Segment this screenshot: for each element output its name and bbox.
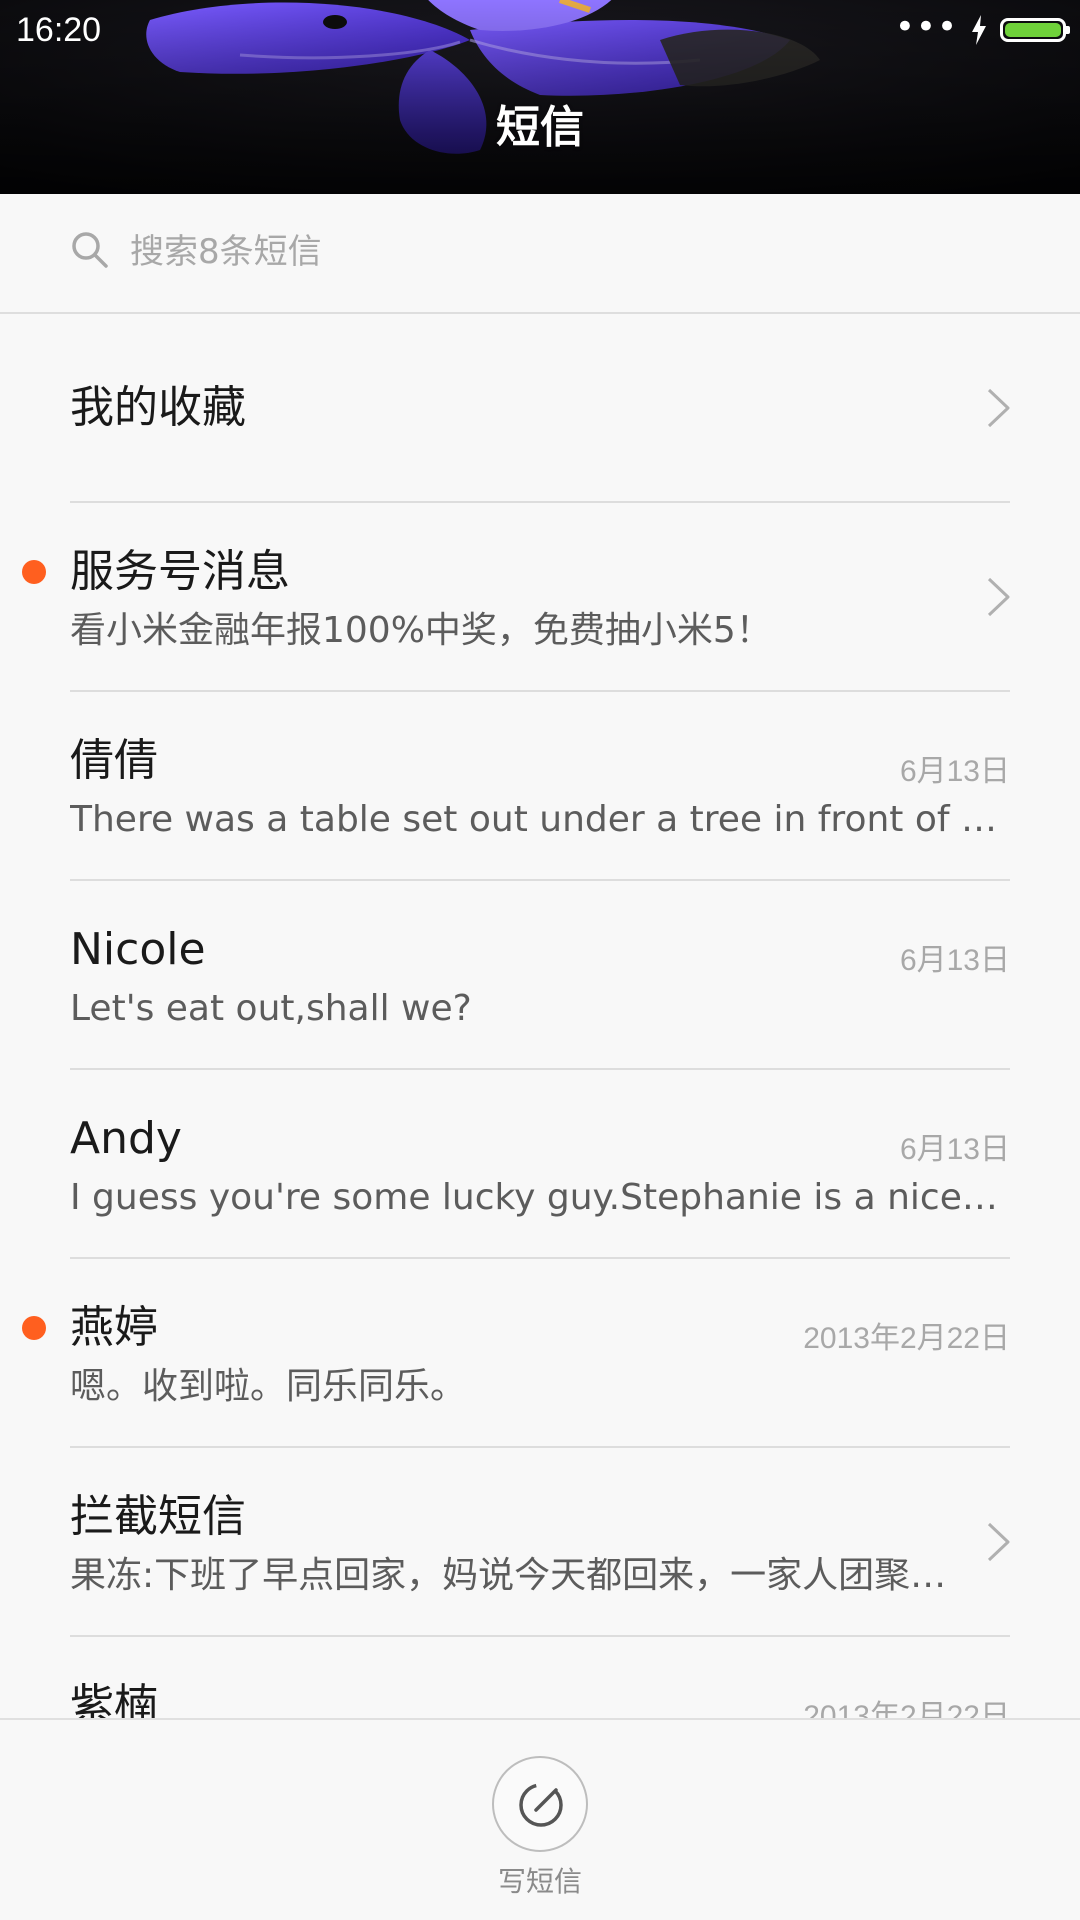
conversation-preview: There was a table set out under a tree i… — [70, 799, 1000, 840]
conversation-preview: Let's eat out,shall we? — [70, 988, 472, 1029]
compose-label: 写短信 — [497, 1865, 582, 1898]
conversation-date: 2013年2月22日 — [803, 1322, 1010, 1355]
unread-dot — [22, 560, 46, 584]
conversation-title: 我的收藏 — [70, 382, 246, 433]
status-time: 16:20 — [16, 11, 102, 49]
conversation-title: 倩倩 — [70, 735, 158, 786]
conversation-date: 6月13日 — [899, 1133, 1010, 1166]
search-icon — [72, 232, 108, 268]
conversation-preview: I guess you're some lucky guy.Stephanie … — [70, 1177, 1000, 1218]
compose-button[interactable] — [492, 1756, 588, 1852]
conversation-row[interactable]: Andy I guess you're some lucky guy.Stepha… — [0, 1070, 1080, 1259]
charging-icon — [972, 15, 986, 45]
chevron-right-icon — [987, 388, 1010, 428]
search-bar[interactable]: 搜索8条短信 — [0, 194, 1080, 314]
conversation-title: 燕婷 — [70, 1302, 158, 1353]
conversation-title: 服务号消息 — [70, 546, 290, 597]
page-title: 短信 — [496, 102, 584, 153]
conversation-row[interactable]: 倩倩 There was a table set out under a tree… — [0, 692, 1080, 881]
conversation-preview: 果冻:下班了早点回家，妈说今天都回来，一家人团聚过节 — [70, 1555, 950, 1596]
conversation-row[interactable]: 燕婷嗯。收到啦。同乐同乐。 2013年2月22日 — [0, 1259, 1080, 1448]
chevron-right-icon — [987, 577, 1010, 617]
conversation-row[interactable]: 我的收藏 — [0, 314, 1080, 503]
conversation-title: 拦截短信 — [70, 1491, 246, 1542]
signal-dots-icon: ••• — [894, 7, 958, 47]
status-icons: ••• — [894, 7, 1070, 50]
conversation-date: 6月13日 — [899, 755, 1010, 788]
conversation-row[interactable]: Nicole Let's eat out,shall we? 6月13日 — [0, 881, 1080, 1070]
conversation-title: 紫楠 — [70, 1680, 158, 1718]
conversation-row[interactable]: 服务号消息看小米金融年报100%中奖，免费抽小米5！ — [0, 503, 1080, 692]
conversation-title: Nicole — [70, 924, 206, 975]
conversation-preview: 看小米金融年报100%中奖，免费抽小米5！ — [70, 610, 772, 651]
conversation-preview: 嗯。收到啦。同乐同乐。 — [70, 1366, 467, 1407]
unread-dot — [22, 1316, 46, 1340]
conversation-list[interactable]: 我的收藏服务号消息看小米金融年报100%中奖，免费抽小米5！ 倩倩 There wa… — [0, 314, 1080, 1718]
compose-icon — [519, 1783, 563, 1827]
conversation-row[interactable]: 紫楠 2013年2月22日 — [0, 1637, 1080, 1718]
conversation-date: 6月13日 — [899, 944, 1010, 977]
battery-icon — [1000, 18, 1070, 42]
search-input[interactable]: 搜索8条短信 — [130, 228, 322, 276]
conversation-row[interactable]: 拦截短信果冻:下班了早点回家，妈说今天都回来，一家人团聚过节 — [0, 1448, 1080, 1637]
header: 16:20 ••• 短信 — [0, 0, 1080, 194]
chevron-right-icon — [987, 1522, 1010, 1562]
conversation-title: Andy — [70, 1113, 182, 1164]
conversation-date: 2013年2月22日 — [803, 1700, 1010, 1718]
bottom-bar: 写短信 — [0, 1718, 1080, 1920]
battery-level — [1005, 23, 1061, 37]
